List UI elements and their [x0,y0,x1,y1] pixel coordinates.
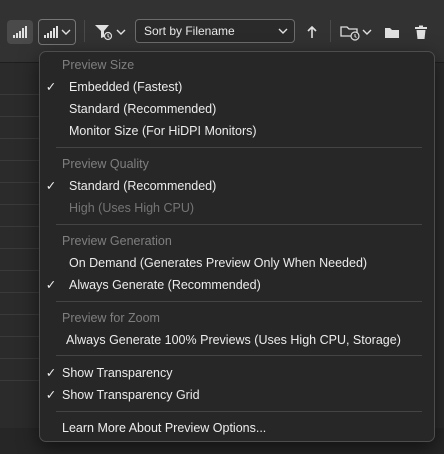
menu-item-always-generate[interactable]: ✓ Always Generate (Recommended) [40,275,434,295]
menu-header-preview-quality: Preview Quality [62,157,149,171]
sort-select[interactable]: Sort by Filename [135,19,295,43]
menu-item-standard-recommended[interactable]: Standard (Recommended) [40,99,434,119]
thumbnail-size-button[interactable] [7,20,33,44]
thumbnail-quality-icon [44,26,58,38]
filter-button[interactable] [92,20,128,44]
preview-options-menu: Preview Size ✓ Embedded (Fastest) Standa… [39,51,435,442]
menu-item-always-generate-100[interactable]: Always Generate 100% Previews (Uses High… [40,330,434,350]
checkmark-icon: ✓ [45,179,57,193]
thumbnail-size-icon [13,26,27,38]
divider [0,226,42,227]
divider [0,160,42,161]
divider [0,116,42,117]
preview-quality-dropdown-button[interactable] [38,19,76,45]
divider [0,358,42,359]
divider [0,270,42,271]
menu-separator [56,301,422,302]
divider [0,380,42,381]
recent-folder-button[interactable] [338,20,374,44]
divider [0,138,42,139]
chevron-down-icon [61,29,71,35]
sort-direction-button[interactable] [302,20,322,44]
menu-item-learn-more[interactable]: Learn More About Preview Options... [40,418,434,438]
menu-item-embedded-fastest[interactable]: ✓ Embedded (Fastest) [40,77,434,97]
menu-separator [56,224,422,225]
sort-select-label: Sort by Filename [144,24,235,38]
menu-item-show-transparency[interactable]: ✓ Show Transparency [40,363,434,383]
checkmark-icon: ✓ [45,366,57,380]
chevron-down-icon [116,29,126,35]
menu-header-preview-size: Preview Size [62,58,135,72]
checkmark-icon: ✓ [45,80,57,94]
divider [0,94,42,95]
menu-item-on-demand[interactable]: On Demand (Generates Preview Only When N… [40,253,434,273]
divider [0,292,42,293]
chevron-down-icon [362,29,372,35]
menu-separator [56,411,422,412]
divider [0,336,42,337]
toolbar-divider [84,20,85,42]
menu-item-show-transparency-grid[interactable]: ✓ Show Transparency Grid [40,385,434,405]
new-folder-icon [385,27,399,38]
delete-button[interactable] [410,20,432,44]
checkmark-icon: ✓ [45,388,57,402]
arrow-up-icon [307,25,317,38]
menu-header-preview-for-zoom: Preview for Zoom [62,311,160,325]
new-folder-button[interactable] [381,20,403,44]
menu-separator [56,147,422,148]
filter-icon [95,25,113,41]
divider [0,248,42,249]
toolbar-divider [330,20,331,42]
divider [0,182,42,183]
trash-icon [415,25,427,39]
menu-item-quality-standard[interactable]: ✓ Standard (Recommended) [40,176,434,196]
recent-folder-icon [340,26,360,41]
menu-header-preview-generation: Preview Generation [62,234,172,248]
checkmark-icon: ✓ [45,278,57,292]
chevron-down-icon [278,28,288,34]
divider [0,314,42,315]
divider [0,204,42,205]
menu-separator [56,355,422,356]
menu-item-monitor-size[interactable]: Monitor Size (For HiDPI Monitors) [40,121,434,141]
menu-item-quality-high: High (Uses High CPU) [69,201,195,215]
